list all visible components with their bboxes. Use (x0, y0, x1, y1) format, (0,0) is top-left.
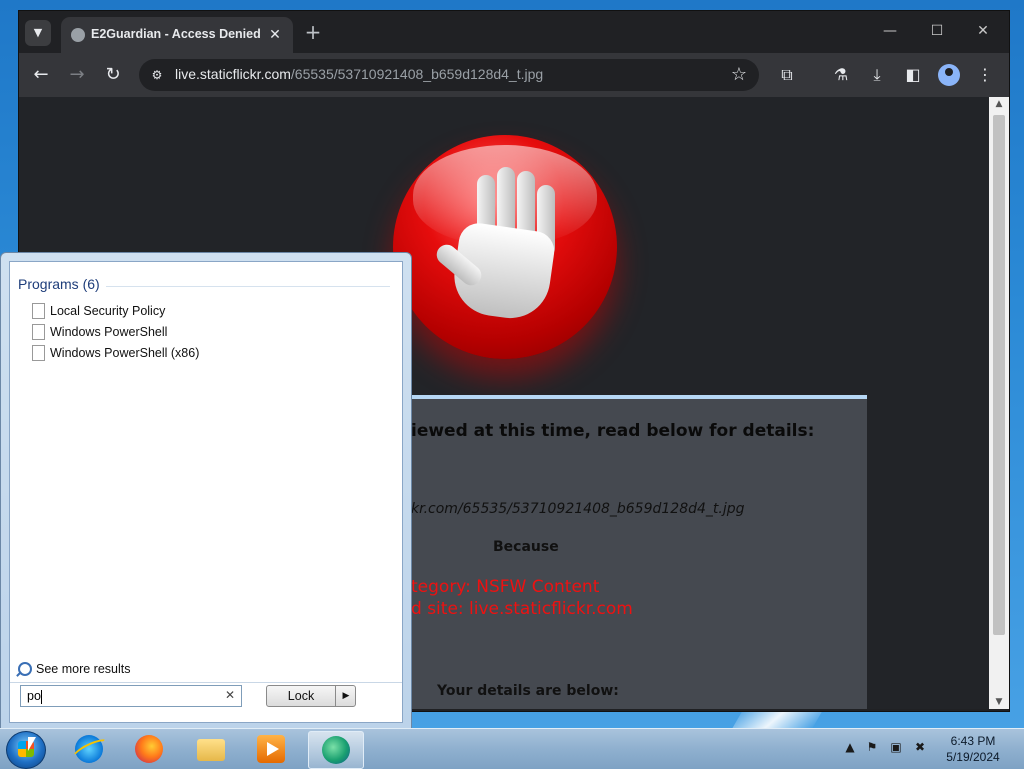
tab-active[interactable]: E2Guardian - Access Denied ✕ (61, 17, 293, 53)
close-window-button[interactable]: ✕ (968, 19, 998, 43)
programs-section-title: Programs (6) (18, 276, 100, 292)
firefox-icon (135, 735, 163, 763)
scroll-down-arrow-icon[interactable]: ▼ (989, 695, 1009, 709)
start-menu-results: Programs (6) Local Security Policy Windo… (9, 261, 403, 723)
action-center-flag-icon[interactable]: ⚑ (864, 739, 880, 755)
media-player-icon (257, 735, 285, 763)
extensions-icon[interactable]: ⧉ (775, 63, 799, 87)
taskbar-media-player[interactable] (244, 731, 298, 767)
address-bar[interactable]: ⚙ live.staticflickr.com/65535/5371092140… (139, 59, 759, 91)
start-button[interactable] (6, 731, 46, 769)
download-icon[interactable]: ⤓ (865, 63, 889, 87)
profile-avatar-icon[interactable] (938, 64, 960, 86)
taskbar-clock[interactable]: 6:43 PM 5/19/2024 (938, 733, 1008, 765)
site-settings-icon[interactable]: ⚙ (149, 67, 165, 83)
clock-time: 6:43 PM (950, 734, 996, 748)
menu-kebab-icon[interactable]: ⋮ (973, 63, 997, 87)
url-text[interactable]: live.staticflickr.com/65535/53710921408_… (175, 66, 543, 82)
program-icon (32, 345, 45, 361)
because-label: Because (493, 539, 559, 555)
internet-explorer-icon (75, 735, 103, 763)
start-menu: Programs (6) Local Security Policy Windo… (0, 252, 412, 730)
minimize-button[interactable]: — (875, 19, 905, 43)
bookmark-star-icon[interactable]: ☆ (731, 64, 747, 85)
reload-button[interactable]: ↻ (101, 63, 125, 87)
shutdown-options-arrow-icon[interactable]: ▶ (335, 686, 356, 706)
taskbar-file-explorer[interactable] (184, 731, 238, 767)
network-icon[interactable]: ▣ (888, 739, 904, 755)
scrollbar-thumb[interactable] (993, 115, 1005, 635)
block-reason-site: d site: live.staticflickr.com (411, 599, 633, 619)
section-divider (106, 286, 390, 287)
block-reason-category: tegory: NSFW Content (411, 577, 600, 597)
forward-button[interactable]: → (65, 63, 89, 87)
url-path: /65535/53710921408_b659d128d4_t.jpg (290, 66, 544, 82)
result-label: Windows PowerShell (x86) (50, 346, 200, 360)
browser-icon (322, 736, 350, 764)
tab-strip: ▼ E2Guardian - Access Denied ✕ + — ☐ ✕ (19, 11, 1009, 53)
volume-muted-icon[interactable]: ✖ (912, 739, 928, 755)
url-host: live.staticflickr.com (175, 66, 291, 82)
details-heading: Your details are below: (437, 683, 619, 699)
tab-search-button[interactable]: ▼ (25, 20, 51, 46)
taskbar-firefox[interactable] (122, 731, 176, 767)
back-button[interactable]: ← (29, 63, 53, 87)
program-icon (32, 324, 45, 340)
stop-hand-icon (393, 135, 617, 359)
close-tab-icon[interactable]: ✕ (265, 25, 285, 45)
text-caret (40, 689, 42, 704)
results-divider (10, 682, 402, 683)
side-panel-icon[interactable]: ◧ (901, 63, 925, 87)
clock-date: 5/19/2024 (946, 750, 1000, 764)
taskbar-internet-explorer[interactable] (62, 731, 116, 767)
globe-icon (71, 28, 85, 42)
scroll-up-arrow-icon[interactable]: ▲ (989, 97, 1009, 111)
maximize-button[interactable]: ☐ (922, 19, 952, 43)
result-label: Windows PowerShell (50, 325, 168, 339)
labs-flask-icon[interactable]: ⚗ (829, 63, 853, 87)
taskbar: ▲ ⚑ ▣ ✖ 6:43 PM 5/19/2024 (0, 728, 1024, 769)
new-tab-button[interactable]: + (301, 21, 325, 45)
see-more-label: See more results (36, 662, 131, 676)
tab-title: E2Guardian - Access Denied (91, 27, 261, 41)
lock-button[interactable]: Lock ▶ (266, 685, 356, 707)
taskbar-browser[interactable] (308, 731, 364, 769)
search-input-value: po (27, 689, 41, 703)
clear-search-icon[interactable]: ✕ (225, 688, 235, 702)
browser-toolbar: ← → ↻ ⚙ live.staticflickr.com/65535/5371… (19, 53, 1009, 97)
result-label: Local Security Policy (50, 304, 166, 318)
block-heading: iewed at this time, read below for detai… (411, 421, 815, 441)
show-hidden-icons-arrow-icon[interactable]: ▲ (842, 739, 858, 755)
search-icon (18, 662, 32, 676)
page-scrollbar[interactable]: ▲ ▼ (989, 97, 1009, 709)
program-icon (32, 303, 45, 319)
mouse-cursor-icon (28, 737, 36, 751)
start-search-input[interactable]: po ✕ (20, 685, 242, 707)
folder-icon (197, 739, 225, 761)
block-details-panel: iewed at this time, read below for detai… (379, 395, 867, 709)
lock-button-label: Lock (287, 689, 315, 703)
blocked-url: kr.com/65535/53710921408_b659d128d4_t.jp… (411, 501, 745, 517)
